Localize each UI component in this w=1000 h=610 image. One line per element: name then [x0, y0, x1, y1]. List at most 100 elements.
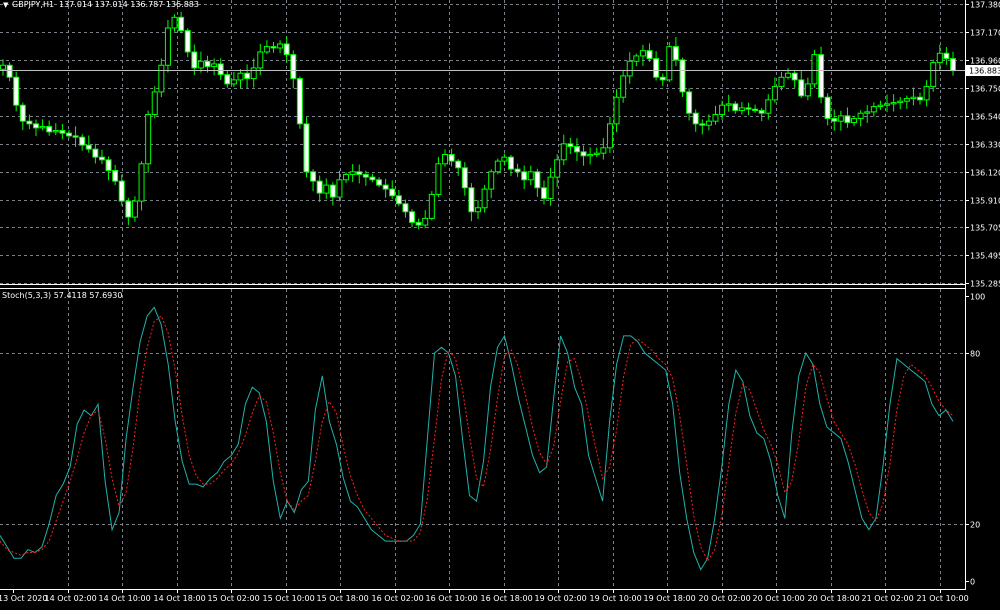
- candle-bull[interactable]: [158, 64, 165, 93]
- candle-bear[interactable]: [534, 171, 541, 189]
- candle-bull[interactable]: [857, 112, 864, 120]
- candle-bear[interactable]: [79, 136, 86, 146]
- candle-bull[interactable]: [778, 76, 785, 88]
- candle-bear[interactable]: [521, 171, 528, 181]
- candle-bear[interactable]: [831, 118, 838, 122]
- candle-bear[interactable]: [679, 59, 686, 93]
- candle-bull[interactable]: [138, 163, 145, 202]
- candle-bear[interactable]: [26, 120, 33, 125]
- candle-bear[interactable]: [283, 43, 290, 56]
- candle-bull[interactable]: [39, 126, 46, 129]
- candle-bull[interactable]: [600, 147, 607, 154]
- candle-bull[interactable]: [263, 46, 270, 53]
- candle-bear[interactable]: [46, 126, 53, 133]
- candle-bull[interactable]: [0, 64, 6, 70]
- candle-bull[interactable]: [422, 217, 429, 226]
- candle-bull[interactable]: [560, 143, 567, 161]
- candle-bear[interactable]: [752, 108, 759, 112]
- candle-bear[interactable]: [659, 76, 666, 81]
- candle-bull[interactable]: [336, 179, 343, 198]
- candle-bear[interactable]: [112, 169, 119, 182]
- candle-bull[interactable]: [343, 173, 350, 181]
- candle-bear[interactable]: [950, 58, 956, 72]
- candle-bear[interactable]: [455, 160, 462, 169]
- candle-bear[interactable]: [540, 187, 547, 199]
- candle-bear[interactable]: [943, 52, 950, 60]
- candle-bear[interactable]: [699, 123, 706, 126]
- candle-bull[interactable]: [527, 171, 534, 181]
- candle-bear[interactable]: [567, 143, 574, 147]
- candle-bull[interactable]: [131, 200, 138, 218]
- candle-bear[interactable]: [395, 195, 402, 205]
- candle-bull[interactable]: [211, 63, 218, 68]
- candle-bear[interactable]: [409, 211, 416, 223]
- candle-bear[interactable]: [191, 51, 198, 69]
- candle-bear[interactable]: [745, 107, 752, 110]
- candle-bear[interactable]: [6, 64, 13, 78]
- candle-bull[interactable]: [554, 159, 561, 178]
- candle-bull[interactable]: [884, 103, 891, 106]
- candle-bull[interactable]: [481, 188, 488, 209]
- candle-bull[interactable]: [620, 75, 627, 98]
- candle-bull[interactable]: [811, 54, 818, 85]
- candle-bear[interactable]: [72, 135, 79, 138]
- candle-bull[interactable]: [435, 163, 442, 195]
- candle-bear[interactable]: [184, 30, 191, 53]
- candle-bull[interactable]: [639, 50, 646, 57]
- candle-bear[interactable]: [448, 153, 455, 162]
- candle-bull[interactable]: [705, 120, 712, 126]
- candle-bear[interactable]: [244, 72, 251, 80]
- candle-bear[interactable]: [818, 54, 825, 98]
- candle-bear[interactable]: [92, 148, 99, 158]
- candle-bull[interactable]: [903, 98, 910, 102]
- candle-bear[interactable]: [653, 58, 660, 78]
- candle-bull[interactable]: [501, 156, 508, 162]
- candle-bear[interactable]: [402, 203, 409, 213]
- candle-bull[interactable]: [771, 86, 778, 101]
- candle-bull[interactable]: [237, 72, 244, 81]
- candle-bull[interactable]: [864, 111, 871, 114]
- candle-bull[interactable]: [488, 171, 495, 190]
- collapse-arrow-icon[interactable]: ▼: [3, 1, 9, 9]
- candle-bull[interactable]: [626, 60, 633, 77]
- candle-bear[interactable]: [178, 16, 185, 32]
- candle-bull[interactable]: [494, 160, 501, 173]
- candle-bull[interactable]: [785, 72, 792, 78]
- candle-bear[interactable]: [468, 187, 475, 213]
- candle-bull[interactable]: [851, 118, 858, 124]
- candle-bear[interactable]: [791, 72, 798, 81]
- candle-bull[interactable]: [890, 102, 897, 105]
- candle-bear[interactable]: [310, 171, 317, 182]
- candle-bull[interactable]: [52, 130, 59, 133]
- candle-bear[interactable]: [329, 184, 336, 198]
- candle-bear[interactable]: [59, 130, 66, 134]
- candle-bear[interactable]: [217, 63, 224, 76]
- candle-bear[interactable]: [573, 145, 580, 153]
- candle-bull[interactable]: [230, 79, 237, 85]
- candle-bull[interactable]: [250, 67, 257, 80]
- candle-bear[interactable]: [824, 96, 831, 120]
- candle-bear[interactable]: [65, 132, 72, 137]
- candle-bull[interactable]: [897, 100, 904, 104]
- candle-bear[interactable]: [646, 50, 653, 60]
- candle-bear[interactable]: [270, 46, 277, 49]
- candle-bull[interactable]: [930, 62, 937, 88]
- candle-bull[interactable]: [666, 46, 673, 81]
- candle-bull[interactable]: [738, 107, 745, 112]
- candle-bear[interactable]: [376, 179, 383, 186]
- candle-bear[interactable]: [125, 200, 132, 218]
- candle-bull[interactable]: [765, 99, 772, 114]
- candle-bear[interactable]: [732, 103, 739, 112]
- candle-bear[interactable]: [672, 46, 679, 61]
- candle-bull[interactable]: [323, 184, 330, 194]
- candle-bear[interactable]: [204, 60, 211, 68]
- candle-bull[interactable]: [151, 91, 158, 116]
- candle-bear[interactable]: [798, 79, 805, 97]
- candle-bear[interactable]: [389, 188, 396, 197]
- candle-bull[interactable]: [277, 43, 284, 49]
- candle-bear[interactable]: [32, 123, 39, 129]
- candle-bull[interactable]: [633, 55, 640, 62]
- candle-bear[interactable]: [98, 156, 105, 161]
- candle-bull[interactable]: [837, 115, 844, 122]
- candle-bull[interactable]: [877, 104, 884, 108]
